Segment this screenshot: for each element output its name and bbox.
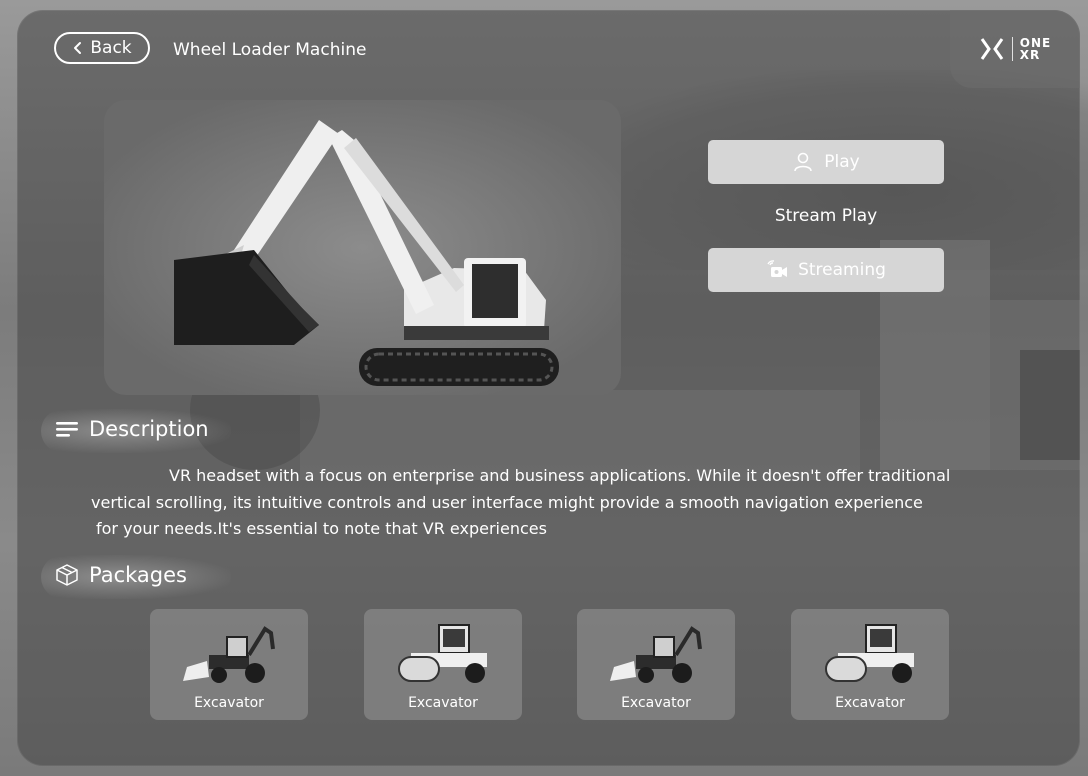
streaming-button[interactable]: Streaming — [708, 248, 944, 292]
back-button[interactable]: Back — [54, 32, 150, 64]
chevron-left-icon — [74, 42, 82, 54]
package-box-icon — [56, 564, 78, 586]
package-card[interactable]: Excavator — [577, 609, 735, 720]
user-icon — [794, 152, 813, 172]
streaming-label: Streaming — [798, 260, 886, 280]
description-line-3: for your needs.It's essential to note th… — [96, 519, 547, 538]
package-label: Excavator — [408, 695, 478, 711]
description-line-1: VR headset with a focus on enterprise an… — [169, 466, 951, 485]
package-label: Excavator — [194, 695, 264, 711]
brand-logo: ONE XR — [950, 10, 1080, 88]
back-label: Back — [90, 38, 132, 58]
description-heading-label: Description — [89, 417, 209, 441]
backhoe-loader-icon — [183, 626, 275, 683]
page-title: Wheel Loader Machine — [173, 40, 367, 60]
text-lines-icon — [56, 422, 78, 437]
package-card[interactable]: Excavator — [364, 609, 522, 720]
packages-heading: Packages — [41, 555, 231, 599]
package-card[interactable]: Excavator — [791, 609, 949, 720]
package-label: Excavator — [621, 695, 691, 711]
play-button[interactable]: Play — [708, 140, 944, 184]
road-roller-icon — [825, 624, 914, 683]
machine-preview-image — [104, 100, 621, 395]
package-card[interactable]: Excavator — [150, 609, 308, 720]
logo-line-two: XR — [1019, 48, 1041, 62]
xr-logo-icon — [980, 38, 1003, 60]
description-text: VR headset with a focus on enterprise an… — [91, 463, 1051, 543]
play-label: Play — [824, 152, 860, 172]
road-roller-icon — [398, 624, 487, 683]
description-line-2: vertical scrolling, its intuitive contro… — [91, 492, 923, 512]
stream-play-label: Stream Play — [774, 206, 878, 226]
video-stream-icon — [767, 260, 788, 277]
packages-heading-label: Packages — [89, 563, 187, 587]
description-heading: Description — [41, 409, 231, 453]
package-label: Excavator — [835, 695, 905, 711]
backhoe-loader-icon — [610, 626, 702, 683]
